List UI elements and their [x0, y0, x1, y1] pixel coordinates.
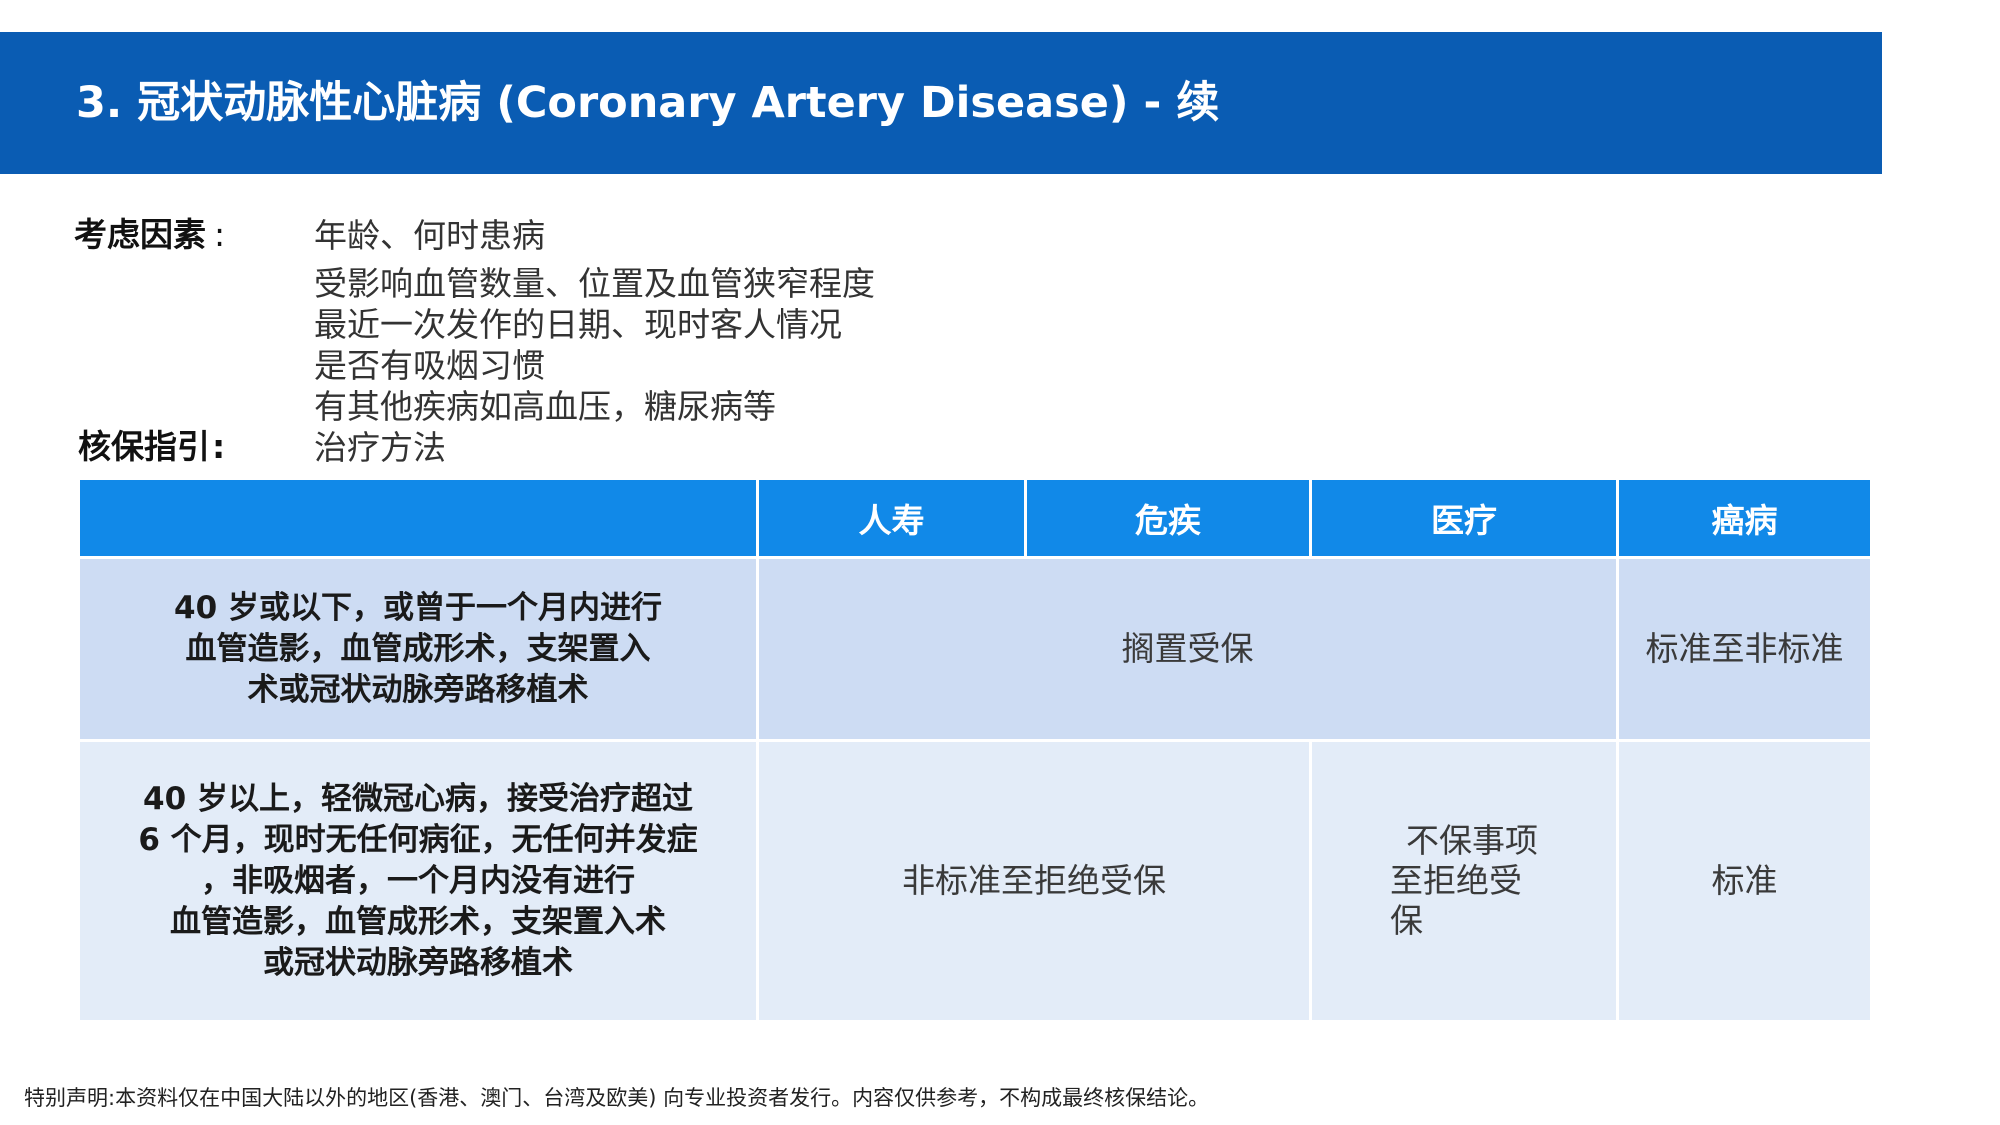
- header-medical: 医疗: [1309, 477, 1619, 559]
- factors-label: 考虑因素:: [74, 215, 226, 254]
- guideline-label: 核保指引:: [78, 427, 226, 466]
- page-title: 3. 冠状动脉性心脏病 (Coronary Artery Disease) - …: [76, 78, 1220, 128]
- condition-line: 术或冠状动脉旁路移植术: [247, 671, 589, 708]
- medical-line: 不保事项: [1406, 821, 1538, 860]
- header-critical-illness: 危疾: [1024, 477, 1312, 559]
- condition-line: 40 岁以上，轻微冠心病，接受治疗超过: [143, 780, 693, 817]
- header-cancer: 癌病: [1616, 477, 1873, 559]
- condition-line: 6 个月，现时无任何病征，无任何并发症: [138, 821, 698, 858]
- table-row: 40 岁或以下，或曾于一个月内进行 血管造影，血管成形术，支架置入 术或冠状动脉…: [77, 556, 1873, 742]
- condition-line: ，非吸烟者，一个月内没有进行: [201, 862, 635, 899]
- factor-item: 治疗方法: [314, 428, 446, 467]
- decision-cell: 非标准至拒绝受保: [756, 739, 1312, 1023]
- table-row: 40 岁以上，轻微冠心病，接受治疗超过 6 个月，现时无任何病征，无任何并发症 …: [77, 739, 1873, 1023]
- condition-line: 血管造影，血管成形术，支架置入术: [170, 903, 666, 940]
- medical-line: 至拒绝受: [1390, 861, 1522, 900]
- underwriting-table: 人寿 危疾 医疗 癌病 40 岁或以下，或曾于一个月内进行 血管造影，血管成形术…: [77, 477, 1873, 1023]
- decision-cell-cancer: 标准: [1616, 739, 1873, 1023]
- condition-line: 或冠状动脉旁路移植术: [263, 944, 573, 981]
- header-life: 人寿: [756, 477, 1027, 559]
- condition-line: 血管造影，血管成形术，支架置入: [185, 630, 651, 667]
- decision-cell-cancer: 标准至非标准: [1616, 556, 1873, 742]
- header-condition: [77, 477, 759, 559]
- decision-cell: 搁置受保: [756, 556, 1619, 742]
- title-bar: 3. 冠状动脉性心脏病 (Coronary Artery Disease) - …: [0, 32, 1882, 174]
- factor-item: 年龄、何时患病: [314, 216, 545, 255]
- decision-cell-medical: 不保事项 至拒绝受 保: [1309, 739, 1619, 1023]
- condition-cell: 40 岁或以下，或曾于一个月内进行 血管造影，血管成形术，支架置入 术或冠状动脉…: [77, 556, 759, 742]
- medical-line: 保: [1390, 901, 1423, 940]
- disclaimer: 特别声明:本资料仅在中国大陆以外的地区(香港、澳门、台湾及欧美) 向专业投资者发…: [24, 1086, 1210, 1110]
- table-header-row: 人寿 危疾 医疗 癌病: [77, 477, 1873, 559]
- condition-cell: 40 岁以上，轻微冠心病，接受治疗超过 6 个月，现时无任何病征，无任何并发症 …: [77, 739, 759, 1023]
- condition-line: 40 岁或以下，或曾于一个月内进行: [174, 589, 662, 626]
